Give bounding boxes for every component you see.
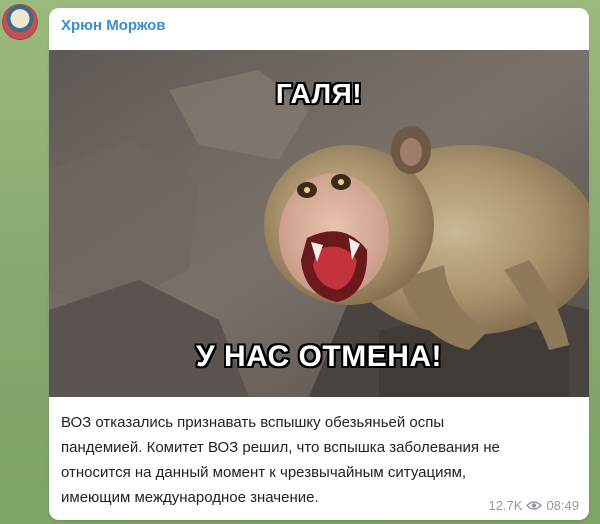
post-text-line: ВОЗ отказались признавать вспышку обезья… xyxy=(61,414,445,431)
post-photo[interactable]: ГАЛЯ! У НАС ОТМЕНА! xyxy=(49,50,589,397)
eye-icon xyxy=(526,501,543,510)
post-time: 08:49 xyxy=(546,498,579,513)
meme-caption-bottom: У НАС ОТМЕНА! xyxy=(195,340,443,373)
post-meta: 12.7K 08:49 xyxy=(488,498,579,513)
post-text-line: относится на данный момент к чрезвычайны… xyxy=(61,464,467,481)
post-text: ВОЗ отказались признавать вспышку обезья… xyxy=(61,410,581,510)
message-bubble: Хрюн Моржов ГАЛЯ! У НАС ОТМЕНА! ВОЗ отка… xyxy=(49,8,589,520)
meme-caption-top: ГАЛЯ! xyxy=(275,78,363,109)
sender-name[interactable]: Хрюн Моржов xyxy=(61,17,165,34)
post-text-line: пандемией. Комитет ВОЗ решил, что вспышк… xyxy=(61,439,500,456)
channel-avatar[interactable] xyxy=(2,4,38,40)
view-count: 12.7K xyxy=(488,498,523,513)
